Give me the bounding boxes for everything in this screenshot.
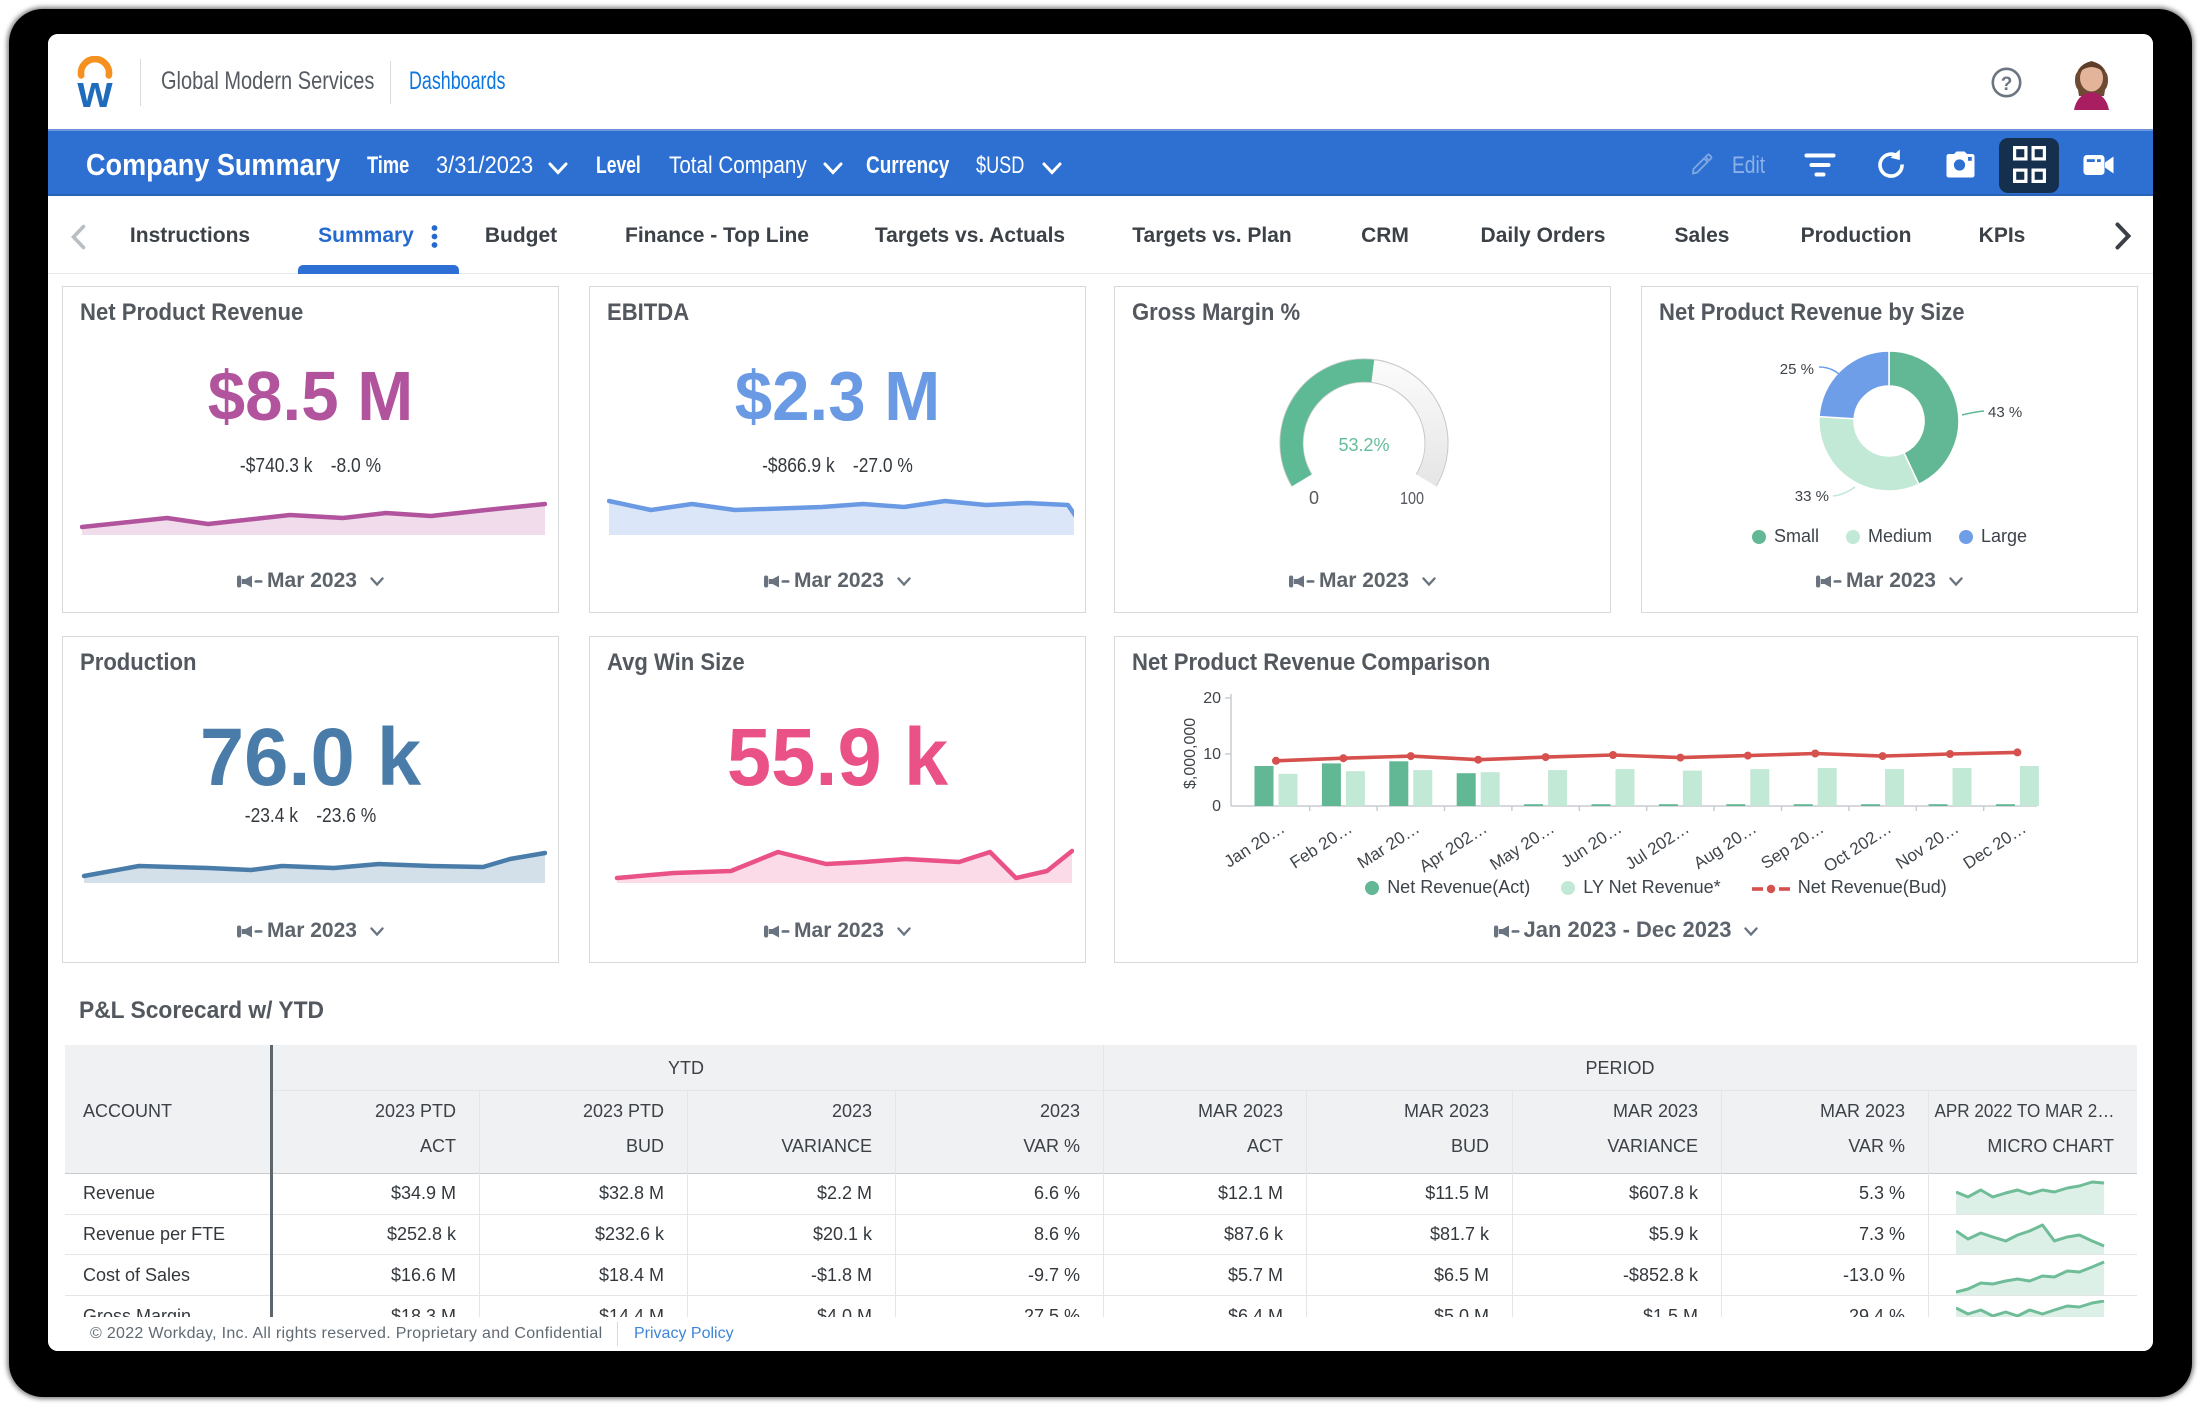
svg-text:$,000,000: $,000,000: [1182, 718, 1199, 789]
svg-text:53.2%: 53.2%: [1338, 435, 1389, 455]
svg-text:0: 0: [1309, 488, 1319, 508]
svg-text:Jan 20…: Jan 20…: [1221, 818, 1288, 871]
svg-text:Oct 202…: Oct 202…: [1820, 818, 1895, 876]
svg-text:Mar 20…: Mar 20…: [1354, 818, 1423, 872]
svg-text:Feb 20…: Feb 20…: [1287, 818, 1356, 872]
svg-text:Nov 20…: Nov 20…: [1892, 818, 1962, 873]
svg-text:Aug 20…: Aug 20…: [1690, 818, 1760, 873]
svg-text:Dec 20…: Dec 20…: [1960, 818, 2030, 873]
svg-text:May 20…: May 20…: [1486, 818, 1557, 874]
svg-text:Jun 20…: Jun 20…: [1558, 818, 1625, 871]
svg-text:20: 20: [1203, 690, 1221, 707]
svg-text:43 %: 43 %: [1988, 404, 2022, 421]
svg-text:Jul 202…: Jul 202…: [1622, 818, 1693, 873]
svg-text:?: ?: [2001, 74, 2013, 95]
svg-text:25 %: 25 %: [1780, 361, 1814, 378]
svg-text:100: 100: [1400, 489, 1424, 509]
svg-text:10: 10: [1203, 746, 1221, 763]
svg-text:Sep 20…: Sep 20…: [1758, 818, 1828, 873]
svg-text:Apr 202…: Apr 202…: [1416, 818, 1491, 876]
svg-text:0: 0: [1212, 798, 1221, 815]
svg-text:33 %: 33 %: [1795, 488, 1829, 505]
svg-text:w: w: [76, 66, 113, 108]
